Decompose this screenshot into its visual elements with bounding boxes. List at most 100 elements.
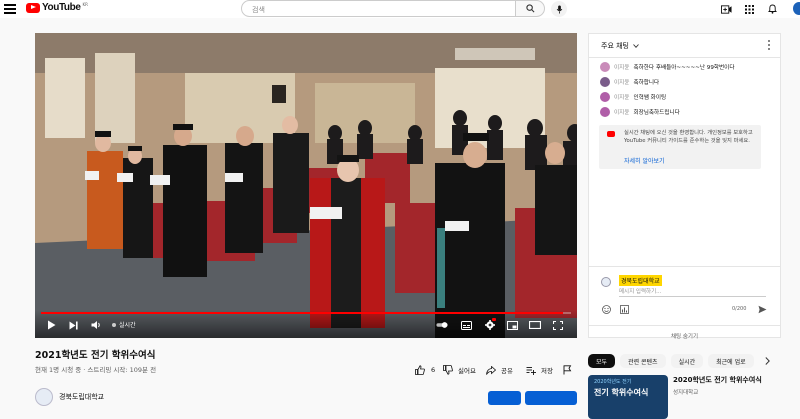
gear-icon: [485, 320, 495, 330]
chat-header: 주요 채팅: [589, 34, 780, 58]
flag-icon: [563, 365, 572, 375]
recommended-channel[interactable]: 성지대학교: [673, 388, 762, 396]
chip-live[interactable]: 실시간: [670, 354, 704, 368]
send-button[interactable]: [757, 304, 767, 314]
chip-related[interactable]: 관련 콘텐츠: [620, 354, 666, 368]
join-button[interactable]: [488, 391, 521, 405]
chat-text: 회장님축하드립니다: [633, 110, 680, 116]
search-button[interactable]: [515, 0, 545, 17]
chat-author[interactable]: 이지윤: [614, 78, 629, 86]
emoji-button[interactable]: [601, 304, 611, 314]
send-icon: [758, 305, 766, 313]
more-options-icon[interactable]: [767, 40, 771, 52]
chat-message: 이지윤 인혁쌤 화이팅: [600, 92, 666, 102]
recommended-title[interactable]: 2020학년도 전기 학위수여식: [673, 375, 762, 385]
theater-icon: [529, 321, 541, 329]
play-button[interactable]: [45, 319, 57, 331]
share-button[interactable]: 공유: [486, 365, 513, 375]
chip-recent[interactable]: 최근에 업로: [708, 354, 754, 368]
subscribe-button[interactable]: [525, 391, 577, 405]
progress-bar[interactable]: [41, 312, 571, 314]
channel-avatar[interactable]: [35, 388, 53, 406]
create-video-button[interactable]: [720, 3, 732, 15]
chart-icon: [619, 304, 629, 314]
apps-grid-icon: [744, 4, 754, 14]
chat-text: 인혁쌤 화이팅: [633, 95, 667, 101]
recommended-video[interactable]: 2020학년도 전기 전기 학위수여식 2020학년도 전기 학위수여식 성지대…: [588, 375, 762, 419]
chat-welcome-notice: 실시간 채팅에 오신 것을 환영합니다. 개인정보를 보호하고 YouTube …: [599, 125, 761, 169]
playlist-add-icon: [526, 366, 536, 375]
video-meta: 현재 1명 시청 중 · 스트리밍 시작: 109분 전: [35, 366, 157, 374]
youtube-icon: [607, 131, 615, 137]
chips-next-button[interactable]: [760, 354, 774, 368]
chat-author[interactable]: 이지윤: [614, 63, 629, 71]
menu-icon[interactable]: [4, 4, 16, 14]
youtube-play-icon: [26, 2, 40, 13]
report-button[interactable]: [563, 365, 572, 375]
chat-author[interactable]: 이지윤: [614, 93, 629, 101]
search-input[interactable]: 검색: [241, 0, 516, 17]
miniplayer-icon: [506, 320, 518, 330]
chat-author[interactable]: 이지윤: [614, 108, 629, 116]
save-button[interactable]: 저장: [526, 365, 553, 375]
top-bar: YouTube KR 검색: [0, 0, 800, 18]
like-button[interactable]: 6: [415, 365, 435, 375]
volume-button[interactable]: [90, 319, 102, 331]
share-label: 공유: [501, 367, 513, 375]
chat-message: 이지윤 회장님축하드립니다: [600, 107, 680, 117]
channel-name[interactable]: 경북도립대학교: [59, 392, 104, 402]
hd-badge: [492, 318, 496, 321]
logo-text: YouTube: [42, 2, 81, 13]
chat-text: 축하한다 후배들아~~~~~난 99학번이다: [633, 65, 735, 71]
search-icon: [525, 4, 534, 13]
chat-mode-selector[interactable]: 주요 채팅: [601, 41, 640, 51]
chat-composer: 경북도립대학교 메시지 입력하기... 0/200 채팅 숨기기: [589, 266, 780, 340]
hide-chat-button[interactable]: 채팅 숨기기: [589, 325, 780, 340]
video-title: 2021학년도 전기 학위수여식: [35, 350, 156, 361]
autoplay-toggle[interactable]: [436, 319, 448, 331]
recommended-thumbnail[interactable]: 2020학년도 전기 전기 학위수여식: [588, 375, 668, 419]
volume-icon: [91, 321, 100, 329]
live-label: 실시간: [119, 322, 136, 329]
video-frame: [35, 33, 577, 338]
thumbnail-title: 전기 학위수여식: [594, 388, 649, 397]
channel-row: 경북도립대학교: [35, 388, 104, 406]
logo-country: KR: [82, 2, 88, 7]
character-count: 0/200: [732, 306, 747, 312]
subtitles-icon: [460, 320, 472, 330]
chat-message-input[interactable]: 메시지 입력하기...: [619, 287, 766, 297]
notifications-button[interactable]: [766, 3, 778, 15]
composer-author: 경북도립대학교: [619, 275, 662, 286]
chat-message: 이지윤 축하합니다: [600, 77, 659, 87]
dislike-label: 싫어요: [458, 367, 476, 375]
thumbs-up-icon: [415, 365, 425, 375]
live-indicator[interactable]: 실시간: [112, 320, 136, 329]
voice-search-button[interactable]: [551, 1, 567, 17]
notice-text: 실시간 채팅에 오신 것을 환영합니다. 개인정보를 보호하고 YouTube …: [624, 130, 753, 144]
filter-chips: 모두 관련 콘텐츠 실시간 최근에 업로: [588, 354, 754, 368]
chat-avatar: [600, 62, 610, 72]
emoji-icon: [601, 304, 611, 314]
apps-button[interactable]: [743, 3, 755, 15]
chat-mode-label: 주요 채팅: [601, 42, 629, 50]
learn-more-link[interactable]: 자세히 알아보기: [624, 156, 665, 165]
dislike-button[interactable]: 싫어요: [443, 365, 476, 375]
theater-mode-button[interactable]: [529, 319, 541, 331]
fullscreen-icon: [553, 320, 563, 330]
settings-button[interactable]: [484, 318, 496, 331]
youtube-logo[interactable]: YouTube KR: [26, 2, 88, 13]
play-icon: [47, 320, 55, 330]
chevron-down-icon: [633, 44, 640, 48]
super-chat-button[interactable]: [619, 304, 629, 314]
chat-avatar: [600, 77, 610, 87]
chat-avatar: [600, 92, 610, 102]
subtitles-button[interactable]: [460, 319, 472, 331]
fullscreen-button[interactable]: [552, 319, 564, 331]
video-player[interactable]: 실시간: [35, 33, 577, 338]
account-avatar[interactable]: [793, 2, 800, 15]
chat-message: 이지윤 축하한다 후배들아~~~~~난 99학번이다: [600, 62, 734, 72]
next-button[interactable]: [67, 319, 79, 331]
chip-all[interactable]: 모두: [588, 354, 616, 368]
thumbs-down-icon: [443, 365, 453, 375]
miniplayer-button[interactable]: [506, 319, 518, 331]
